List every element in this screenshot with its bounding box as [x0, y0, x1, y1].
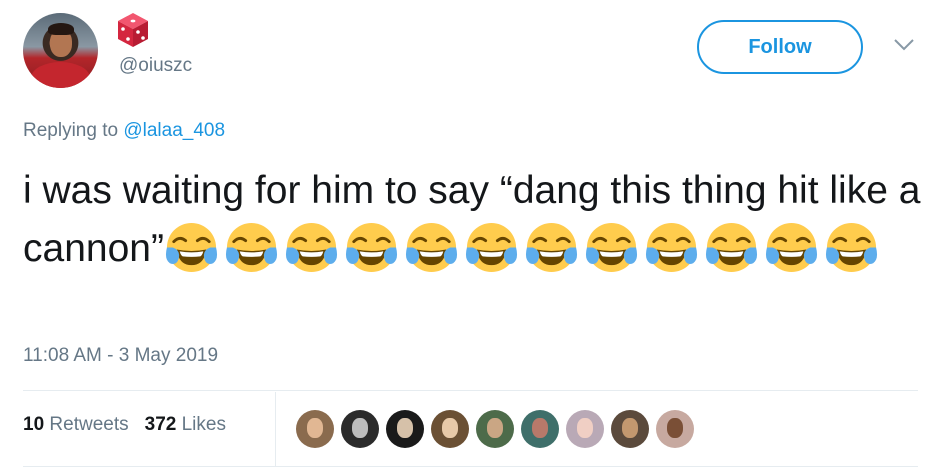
die-icon [118, 13, 148, 47]
liker-avatar[interactable] [431, 410, 469, 448]
liker-avatar[interactable] [386, 410, 424, 448]
tweet-timestamp[interactable]: 11:08 AM - 3 May 2019 [23, 345, 218, 367]
liker-avatar[interactable] [521, 410, 559, 448]
avatar-hair [48, 23, 74, 35]
face-with-tears-of-joy-icon [524, 220, 579, 275]
tweet-text: i was waiting for him to say “dang this … [23, 162, 923, 278]
liker-avatar[interactable] [656, 410, 694, 448]
liker-face [622, 418, 638, 438]
engagement-stats: 10 Retweets 372 Likes [23, 414, 226, 436]
face-with-tears-of-joy-icon [224, 220, 279, 275]
author-avatar[interactable] [23, 13, 98, 88]
liker-face [352, 418, 368, 438]
likes-label: Likes [181, 414, 226, 435]
face-with-tears-of-joy-icon [464, 220, 519, 275]
retweets-label: Retweets [49, 414, 129, 435]
face-with-tears-of-joy-icon [404, 220, 459, 275]
retweets-count: 10 [23, 414, 45, 435]
face-with-tears-of-joy-icon [584, 220, 639, 275]
avatar-shirt [31, 62, 90, 88]
author-handle[interactable]: @oiuszc [119, 55, 192, 77]
replying-to: Replying to @lalaa_408 [23, 120, 225, 142]
face-with-tears-of-joy-icon [644, 220, 699, 275]
divider [23, 466, 918, 467]
liker-face [307, 418, 323, 438]
liker-face [397, 418, 413, 438]
liker-avatar[interactable] [296, 410, 334, 448]
liker-face [667, 418, 683, 438]
liker-avatar[interactable] [476, 410, 514, 448]
reply-mention-link[interactable]: @lalaa_408 [123, 120, 225, 141]
replying-prefix: Replying to [23, 120, 124, 141]
retweets-stat[interactable]: 10 Retweets [23, 414, 129, 436]
face-with-tears-of-joy-icon [284, 220, 339, 275]
face-with-tears-of-joy-icon [704, 220, 759, 275]
likes-stat[interactable]: 372 Likes [145, 414, 226, 436]
face-with-tears-of-joy-icon [164, 220, 219, 275]
divider [23, 390, 918, 391]
liker-face [577, 418, 593, 438]
face-with-tears-of-joy-icon [344, 220, 399, 275]
liker-face [442, 418, 458, 438]
liker-face [532, 418, 548, 438]
emoji-group [164, 222, 884, 273]
liker-face [487, 418, 503, 438]
liker-avatar[interactable] [341, 410, 379, 448]
liker-avatars [296, 410, 694, 448]
liker-avatar[interactable] [611, 410, 649, 448]
liker-avatar[interactable] [566, 410, 604, 448]
follow-button[interactable]: Follow [697, 20, 863, 74]
chevron-down-icon[interactable] [893, 38, 915, 52]
face-with-tears-of-joy-icon [764, 220, 819, 275]
face-with-tears-of-joy-icon [824, 220, 879, 275]
likes-count: 372 [144, 414, 177, 435]
stats-divider [275, 392, 276, 466]
